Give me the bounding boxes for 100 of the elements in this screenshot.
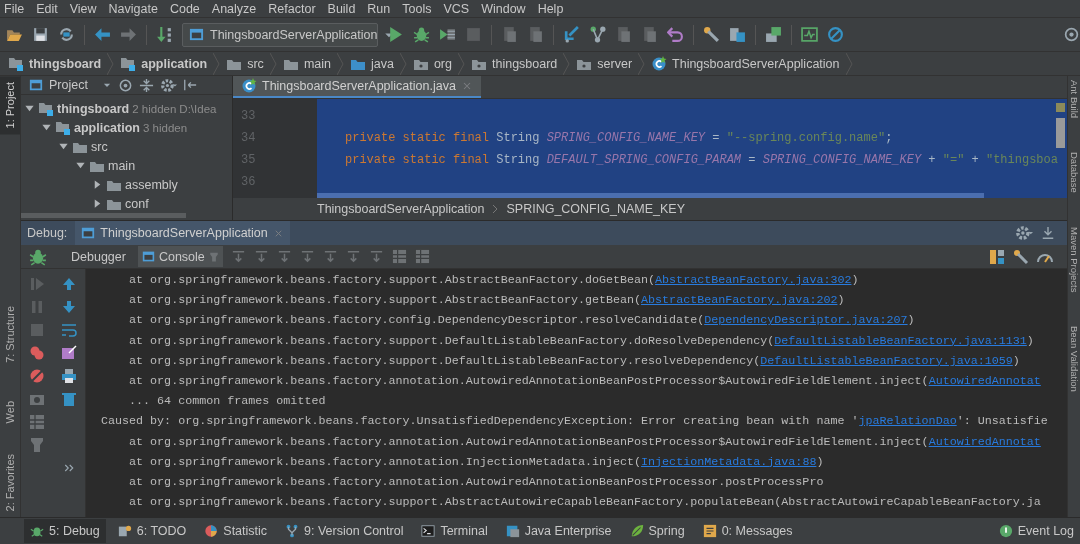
debug-icon[interactable] <box>29 247 47 266</box>
tool-window-button[interactable]: Java Enterprise <box>499 519 618 543</box>
tree-item[interactable]: thingsboard <box>57 101 130 116</box>
source-link[interactable]: AutowiredAnnotat <box>928 434 1041 449</box>
sync-icon[interactable] <box>58 26 75 43</box>
export-icon[interactable] <box>61 344 77 361</box>
source-link[interactable]: AbstractBeanFactory.java:202 <box>641 293 838 308</box>
source-link[interactable]: jpaRelationDao <box>858 414 957 429</box>
step-icon[interactable] <box>345 249 361 264</box>
tool-window-tab[interactable]: 7: Structure <box>0 300 20 369</box>
tool-window-tab[interactable]: 1: Project <box>0 76 20 135</box>
debug-icon[interactable] <box>413 26 430 43</box>
event-log-button[interactable]: Event Log <box>992 519 1080 543</box>
tree-item[interactable]: main <box>108 158 136 173</box>
tool-window-tab[interactable]: Bean Validation <box>1068 326 1080 393</box>
step-icon[interactable] <box>253 249 269 264</box>
forward-arrow-icon[interactable] <box>120 26 137 43</box>
collapse-all-icon[interactable] <box>138 77 154 93</box>
project-structure-icon[interactable] <box>729 26 746 43</box>
grid-icon[interactable] <box>29 413 45 430</box>
tool-window-button[interactable]: Statistic <box>198 519 274 543</box>
tree-item[interactable]: src <box>91 139 108 154</box>
menu-item[interactable]: VCS <box>443 1 476 16</box>
menu-item[interactable]: Build <box>327 1 362 16</box>
menu-item[interactable]: Analyze <box>211 1 263 16</box>
tool-window-tab[interactable]: 2: Favorites <box>0 447 20 517</box>
tool-window-button[interactable]: 6: TODO <box>111 519 193 543</box>
no-entry-icon[interactable] <box>827 26 844 43</box>
menu-item[interactable]: Code <box>169 1 206 16</box>
menu-item[interactable]: Window <box>481 1 532 16</box>
sdk-icon[interactable] <box>765 26 782 43</box>
step-icon[interactable] <box>414 249 430 264</box>
undo-icon[interactable] <box>667 26 684 43</box>
source-link[interactable]: DependencyDescriptor.java:207 <box>704 313 908 328</box>
tool-window-button[interactable]: 5: Debug <box>24 519 106 543</box>
menu-item[interactable]: Help <box>537 1 570 16</box>
run-icon[interactable] <box>387 26 404 43</box>
breakpoints-icon[interactable] <box>29 344 45 361</box>
menu-item[interactable]: Refactor <box>268 1 322 16</box>
menu-item[interactable]: Navigate <box>108 1 164 16</box>
breadcrumb-item[interactable]: ThingsboardServerApplication <box>317 202 485 216</box>
tool-window-button[interactable]: 0: Messages <box>696 519 799 543</box>
breadcrumb-item[interactable]: server <box>597 56 633 71</box>
breadcrumb-item[interactable]: java <box>370 56 394 71</box>
save-icon[interactable] <box>32 26 49 43</box>
tool-window-button[interactable]: 9: Version Control <box>279 519 410 543</box>
file-icon[interactable] <box>501 26 518 43</box>
tool-window-button[interactable]: Spring <box>623 519 691 543</box>
menu-item[interactable]: Run <box>367 1 397 16</box>
tree-item[interactable]: assembly <box>125 177 178 192</box>
tool-window-tab[interactable]: Maven Projects <box>1068 226 1080 293</box>
tool-window-tab[interactable]: Web <box>0 394 20 430</box>
menu-item[interactable]: Tools <box>402 1 438 16</box>
expand-arrow-icon[interactable] <box>92 198 103 210</box>
breadcrumb-item[interactable]: org <box>433 56 452 71</box>
source-link[interactable]: DefaultListableBeanFactory.java:1059 <box>760 353 1013 368</box>
source-link[interactable]: AutowiredAnnotat <box>928 373 1041 388</box>
step-icon[interactable] <box>391 249 407 264</box>
menu-item[interactable]: File <box>4 1 31 16</box>
menu-item[interactable]: View <box>69 1 103 16</box>
expand-arrow-icon[interactable] <box>92 179 103 191</box>
breadcrumb-item[interactable]: thingsboard <box>29 56 102 71</box>
horizontal-scrollbar[interactable] <box>21 213 186 218</box>
breadcrumb-item[interactable]: SPRING_CONFIG_NAME_KEY <box>506 202 685 216</box>
tool-window-button[interactable]: Terminal <box>415 519 494 543</box>
debug-tab[interactable]: Console <box>137 246 223 267</box>
tree-item[interactable]: conf <box>125 196 149 211</box>
soft-wrap-icon[interactable] <box>61 321 77 338</box>
source-link[interactable]: DefaultListableBeanFactory.java:1131 <box>774 333 1027 348</box>
tool-window-tab[interactable]: Database <box>1068 152 1080 193</box>
breadcrumb-item[interactable]: main <box>303 56 331 71</box>
breadcrumb-item[interactable]: src <box>247 56 264 71</box>
hide-panel-icon[interactable] <box>182 78 197 93</box>
step-icon[interactable] <box>230 249 246 264</box>
step-icon[interactable] <box>299 249 315 264</box>
breadcrumb-item[interactable]: application <box>141 56 208 71</box>
file-icon[interactable] <box>527 26 544 43</box>
debug-tab[interactable]: Debugger <box>67 246 130 267</box>
locate-icon[interactable] <box>117 77 133 93</box>
vertical-scrollbar[interactable] <box>1056 118 1065 148</box>
breadcrumb-item[interactable]: thingsboard <box>492 56 558 71</box>
editor-tab[interactable]: ThingsboardServerApplication.java <box>233 76 481 98</box>
layout-icon[interactable] <box>989 248 1005 265</box>
breadcrumb-item[interactable]: ThingsboardServerApplication <box>672 56 840 71</box>
project-view-dropdown[interactable]: Project <box>49 78 88 93</box>
coverage-icon[interactable] <box>439 26 456 43</box>
debug-session-tab[interactable]: ThingsboardServerApplication <box>75 221 290 245</box>
back-arrow-icon[interactable] <box>94 26 111 43</box>
step-icon[interactable] <box>322 249 338 264</box>
source-link[interactable]: AbstractBeanFactory.java:302 <box>655 273 852 287</box>
source-link[interactable]: InjectionMetadata.java:88 <box>641 454 817 469</box>
print-icon[interactable] <box>61 367 77 384</box>
step-icon[interactable] <box>368 249 384 264</box>
build-icon[interactable] <box>156 26 173 43</box>
tool-window-tab[interactable]: Ant Build <box>1068 80 1080 119</box>
down-arrow-icon[interactable] <box>61 298 77 315</box>
mute-breakpoints-icon[interactable] <box>29 367 45 384</box>
step-icon[interactable] <box>276 249 292 264</box>
vcs-commit-icon[interactable] <box>589 26 606 43</box>
trash-icon[interactable] <box>61 390 77 407</box>
